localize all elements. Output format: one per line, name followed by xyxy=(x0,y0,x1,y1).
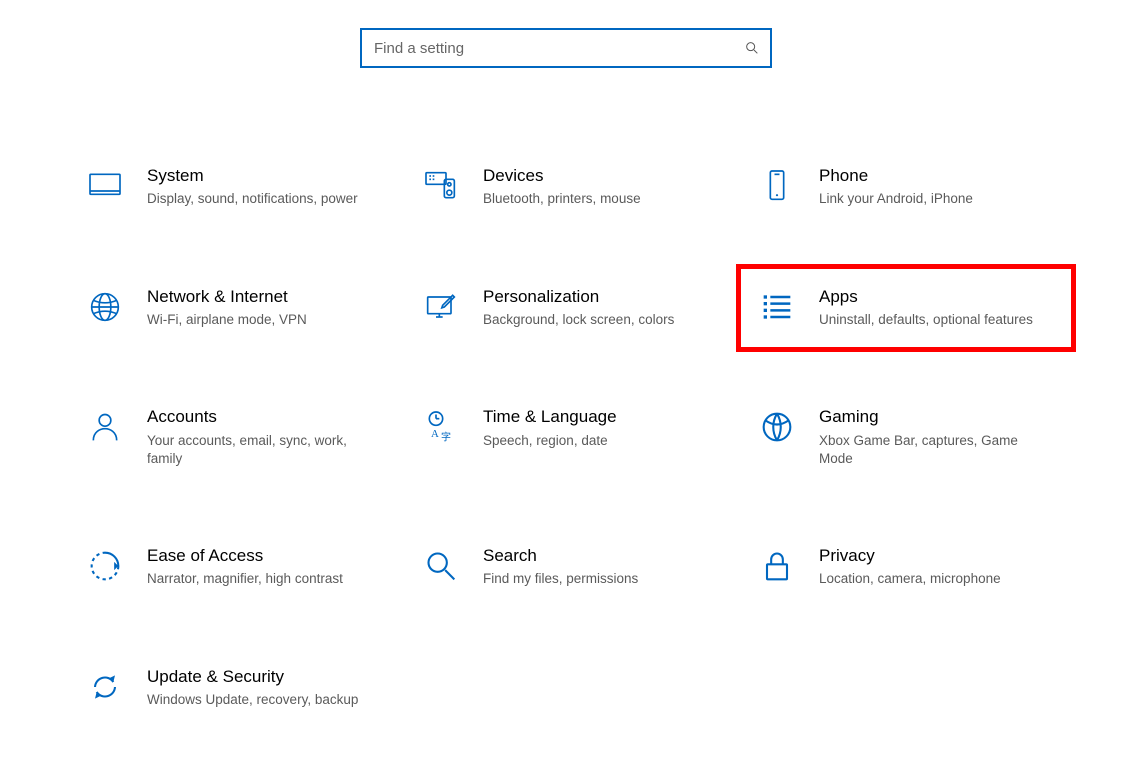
category-title: Phone xyxy=(819,166,1051,186)
settings-home: System Display, sound, notifications, pow… xyxy=(0,0,1132,760)
ease-icon xyxy=(85,546,125,586)
phone-icon xyxy=(757,166,797,206)
category-ease[interactable]: Ease of Access Narrator, magnifier, high … xyxy=(79,538,389,597)
category-title: Ease of Access xyxy=(147,546,379,566)
category-desc: Xbox Game Bar, captures, Game Mode xyxy=(819,432,1051,468)
privacy-icon xyxy=(757,546,797,586)
category-title: Network & Internet xyxy=(147,287,379,307)
settings-grid: System Display, sound, notifications, pow… xyxy=(75,158,1057,717)
update-icon xyxy=(85,667,125,707)
category-desc: Link your Android, iPhone xyxy=(819,190,1051,208)
category-title: Gaming xyxy=(819,407,1051,427)
category-desc: Your accounts, email, sync, work, family xyxy=(147,432,379,468)
category-accounts[interactable]: Accounts Your accounts, email, sync, work… xyxy=(79,399,389,476)
category-title: Time & Language xyxy=(483,407,715,427)
category-title: Search xyxy=(483,546,715,566)
network-icon xyxy=(85,287,125,327)
category-title: Privacy xyxy=(819,546,1051,566)
gaming-icon xyxy=(757,407,797,447)
category-text: Gaming Xbox Game Bar, captures, Game Mode xyxy=(819,407,1051,468)
category-phone[interactable]: Phone Link your Android, iPhone xyxy=(751,158,1061,217)
accounts-icon xyxy=(85,407,125,447)
category-desc: Speech, region, date xyxy=(483,432,715,450)
time-icon xyxy=(421,407,461,447)
search-input[interactable] xyxy=(372,39,744,58)
category-text: Privacy Location, camera, microphone xyxy=(819,546,1051,589)
search-box[interactable] xyxy=(360,28,772,68)
category-desc: Wi-Fi, airplane mode, VPN xyxy=(147,311,379,329)
category-desc: Narrator, magnifier, high contrast xyxy=(147,570,379,588)
category-desc: Location, camera, microphone xyxy=(819,570,1051,588)
category-title: Personalization xyxy=(483,287,715,307)
category-text: Apps Uninstall, defaults, optional featur… xyxy=(819,287,1051,330)
category-system[interactable]: System Display, sound, notifications, pow… xyxy=(79,158,389,217)
category-desc: Display, sound, notifications, power xyxy=(147,190,379,208)
category-desc: Windows Update, recovery, backup xyxy=(147,691,379,709)
category-time[interactable]: Time & Language Speech, region, date xyxy=(415,399,725,476)
personalization-icon xyxy=(421,287,461,327)
category-desc: Background, lock screen, colors xyxy=(483,311,715,329)
system-icon xyxy=(85,166,125,206)
category-desc: Uninstall, defaults, optional features xyxy=(819,311,1051,329)
category-text: Network & Internet Wi-Fi, airplane mode, … xyxy=(147,287,379,330)
search-icon xyxy=(744,40,760,56)
search-container xyxy=(0,28,1132,68)
devices-icon xyxy=(421,166,461,206)
category-text: Devices Bluetooth, printers, mouse xyxy=(483,166,715,209)
category-text: Ease of Access Narrator, magnifier, high … xyxy=(147,546,379,589)
category-title: Devices xyxy=(483,166,715,186)
category-title: Update & Security xyxy=(147,667,379,687)
category-search[interactable]: Search Find my files, permissions xyxy=(415,538,725,597)
category-text: Search Find my files, permissions xyxy=(483,546,715,589)
category-title: Accounts xyxy=(147,407,379,427)
category-title: System xyxy=(147,166,379,186)
category-text: System Display, sound, notifications, pow… xyxy=(147,166,379,209)
category-apps[interactable]: Apps Uninstall, defaults, optional featur… xyxy=(751,279,1061,338)
category-text: Time & Language Speech, region, date xyxy=(483,407,715,450)
category-gaming[interactable]: Gaming Xbox Game Bar, captures, Game Mode xyxy=(751,399,1061,476)
category-update[interactable]: Update & Security Windows Update, recover… xyxy=(79,659,389,718)
category-text: Phone Link your Android, iPhone xyxy=(819,166,1051,209)
category-network[interactable]: Network & Internet Wi-Fi, airplane mode, … xyxy=(79,279,389,338)
category-text: Personalization Background, lock screen, … xyxy=(483,287,715,330)
category-devices[interactable]: Devices Bluetooth, printers, mouse xyxy=(415,158,725,217)
search-icon xyxy=(421,546,461,586)
category-text: Update & Security Windows Update, recover… xyxy=(147,667,379,710)
category-desc: Bluetooth, printers, mouse xyxy=(483,190,715,208)
apps-icon xyxy=(757,287,797,327)
category-privacy[interactable]: Privacy Location, camera, microphone xyxy=(751,538,1061,597)
category-text: Accounts Your accounts, email, sync, work… xyxy=(147,407,379,468)
category-title: Apps xyxy=(819,287,1051,307)
category-desc: Find my files, permissions xyxy=(483,570,715,588)
category-personalization[interactable]: Personalization Background, lock screen, … xyxy=(415,279,725,338)
